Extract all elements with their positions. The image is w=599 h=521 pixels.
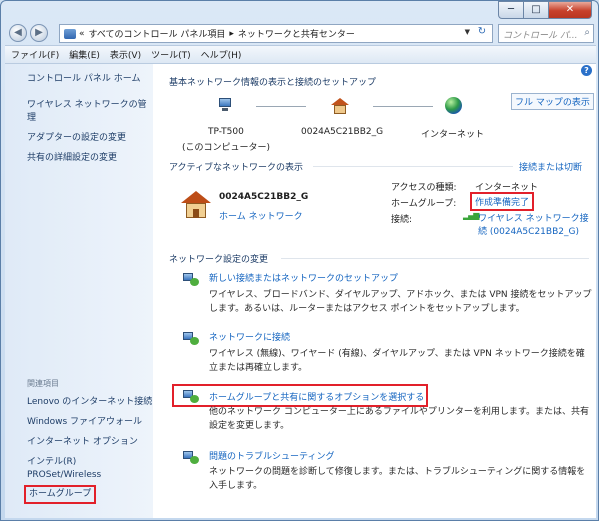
access-type-value: インターネット <box>475 183 539 193</box>
adapter-settings-link[interactable]: アダプターの設定の変更 <box>27 132 126 145</box>
map-line-2 <box>373 106 433 107</box>
manage-wireless-link[interactable]: ワイヤレス ネットワークの管 <box>27 99 147 112</box>
menu-edit[interactable]: 編集(E) <box>69 48 100 61</box>
related-firewall-link[interactable]: Windows ファイアウォール <box>27 416 142 429</box>
homegroup-label: ホームグループ: <box>391 199 457 209</box>
task-homegroup-options-desc-2: 設定を変更します。 <box>209 421 290 431</box>
connect-network-icon <box>183 330 201 346</box>
related-lenovo-link[interactable]: Lenovo のインターネット接続 <box>27 396 152 409</box>
address-arrow[interactable]: ▸ <box>229 29 234 39</box>
homegroup-options-icon <box>183 388 201 404</box>
connection-link-1[interactable]: ワイヤレス ネットワーク接 <box>478 211 589 224</box>
computer-icon <box>217 98 233 112</box>
task-new-connection-link[interactable]: 新しい接続またはネットワークのセットアップ <box>209 271 398 284</box>
connection-link-2[interactable]: 続 (0024A5C21BB2_G) <box>478 224 579 237</box>
search-placeholder: コントロール パ... <box>503 31 578 41</box>
new-connection-icon <box>183 271 201 287</box>
change-settings-header: ネットワーク設定の変更 <box>169 255 269 265</box>
troubleshoot-icon <box>183 449 201 465</box>
page-title: 基本ネットワーク情報の表示と接続のセットアップ <box>169 78 377 88</box>
address-dropdown-icon[interactable]: ▼ <box>465 28 470 36</box>
search-icon[interactable]: ⌕ <box>584 27 590 38</box>
network-type-link[interactable]: ホーム ネットワーク <box>219 209 303 222</box>
task-new-connection-desc-2: します。あるいは、ルーターまたはアクセス ポイントをセットアップします。 <box>209 304 525 314</box>
related-homegroup-link[interactable]: ホームグループ <box>23 485 97 504</box>
computer-name: TP-T500 <box>208 127 244 137</box>
computer-sub: (このコンピューター) <box>182 143 271 153</box>
connections-label: 接続: <box>391 215 413 225</box>
task-new-connection-desc-1: ワイヤレス、ブロードバンド、ダイヤルアップ、アドホック、または VPN 接続をセ… <box>209 290 592 300</box>
wifi-signal-icon: ▂▄▆ <box>463 211 480 220</box>
refresh-icon[interactable]: ↻ <box>474 26 490 41</box>
advanced-sharing-link[interactable]: 共有の詳細設定の変更 <box>27 152 117 165</box>
related-internet-options-link[interactable]: インターネット オプション <box>27 436 138 449</box>
control-panel-icon <box>64 28 76 39</box>
full-map-button[interactable]: フル マップの表示 <box>511 93 594 110</box>
menu-help[interactable]: ヘルプ(H) <box>201 48 242 61</box>
task-troubleshoot-desc-1: ネットワークの問題を診断して修復します。または、トラブルシューティングに関する情… <box>209 467 586 477</box>
active-networks-header: アクティブなネットワークの表示 <box>169 163 304 173</box>
task-homegroup-options-link[interactable]: ホームグループと共有に関するオプションを選択する <box>209 390 424 403</box>
task-connect-network-desc-2: 立または再確立します。 <box>209 363 308 373</box>
forward-button[interactable]: ▶ <box>30 24 48 42</box>
caption-buttons: ─ □ ✕ <box>498 1 592 19</box>
address-segment-network-center[interactable]: ネットワークと共有センター <box>238 27 355 40</box>
close-button[interactable]: ✕ <box>549 1 592 19</box>
active-separator <box>313 166 513 167</box>
control-panel-home-link[interactable]: コントロール パネル ホーム <box>27 73 140 86</box>
menu-tools[interactable]: ツール(T) <box>151 48 191 61</box>
task-connect-network-desc-1: ワイヤレス (無線)、ワイヤード (有線)、ダイヤルアップ、または VPN ネッ… <box>209 349 585 359</box>
maximize-button[interactable]: □ <box>524 1 549 19</box>
connect-disconnect-link[interactable]: 接続または切断 <box>519 160 582 173</box>
main-pane: ? 基本ネットワーク情報の表示と接続のセットアップ フル マップの表示 TP-T… <box>153 64 596 518</box>
task-troubleshoot-desc-2: 入手します。 <box>209 481 263 491</box>
help-icon[interactable]: ? <box>581 65 592 76</box>
back-button[interactable]: ◀ <box>9 24 27 42</box>
homegroup-status-link[interactable]: 作成準備完了 <box>469 192 535 211</box>
related-title: 関連項目 <box>27 379 59 388</box>
related-proset-link[interactable]: PROSet/Wireless <box>27 469 101 482</box>
internet-node-label: インターネット <box>421 130 485 140</box>
task-connect-network-link[interactable]: ネットワークに接続 <box>209 330 290 343</box>
left-pane: コントロール パネル ホーム ワイヤレス ネットワークの管 理 アダプターの設定… <box>5 64 153 518</box>
menu-view[interactable]: 表示(V) <box>110 48 141 61</box>
access-type-label: アクセスの種類: <box>391 183 457 193</box>
menu-file[interactable]: ファイル(F) <box>11 48 59 61</box>
map-line-1 <box>256 106 306 107</box>
minimize-button[interactable]: ─ <box>498 1 524 19</box>
window-frame: ─ □ ✕ ◀ ▶ « すべてのコントロール パネル項目 ▸ ネットワークと共有… <box>0 0 599 521</box>
network-node-name: 0024A5C21BB2_G <box>301 127 384 137</box>
task-homegroup-options-desc-1: 他のネットワーク コンピューター上にあるファイルやプリンターを利用します。または… <box>209 407 589 417</box>
change-separator <box>281 258 589 259</box>
related-intel-link[interactable]: インテル(R) <box>27 456 76 469</box>
address-chevron[interactable]: « <box>79 29 85 39</box>
menu-bar: ファイル(F) 編集(E) 表示(V) ツール(T) ヘルプ(H) <box>5 45 596 64</box>
search-input[interactable]: コントロール パ... ⌕ <box>498 24 594 43</box>
address-segment-all-items[interactable]: すべてのコントロール パネル項目 <box>89 27 226 40</box>
task-troubleshoot-link[interactable]: 問題のトラブルシューティング <box>209 449 334 462</box>
address-bar[interactable]: « すべてのコントロール パネル項目 ▸ ネットワークと共有センター ▼ ↻ <box>59 24 493 43</box>
network-house-icon <box>331 98 349 114</box>
internet-globe-icon <box>445 97 462 114</box>
manage-wireless-link-cont[interactable]: 理 <box>27 112 36 125</box>
home-network-icon <box>181 191 211 219</box>
active-network-name: 0024A5C21BB2_G <box>219 192 309 202</box>
